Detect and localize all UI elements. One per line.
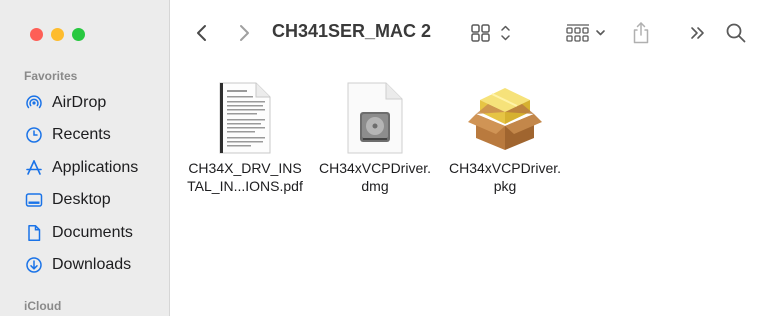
search-button[interactable]	[723, 18, 749, 48]
sidebar-item-downloads[interactable]: Downloads	[24, 252, 131, 278]
desktop-icon	[24, 190, 44, 210]
applications-icon	[24, 158, 44, 178]
grid-view-icon	[471, 24, 510, 42]
window-title: CH341SER_MAC 2	[272, 21, 432, 41]
download-icon	[24, 255, 44, 275]
sidebar-item-applications[interactable]: Applications	[24, 155, 138, 181]
search-icon	[726, 23, 746, 43]
group-by-icon	[566, 24, 605, 42]
sidebar-item-desktop[interactable]: Desktop	[24, 187, 111, 213]
favorites-section-label: Favorites	[24, 69, 78, 83]
finder-window: Favorites AirDrop Recents Applications D…	[0, 0, 759, 316]
file-item-pdf[interactable]: CH34X_DRV_INS TAL_IN...IONS.pdf	[180, 80, 310, 195]
forward-button[interactable]	[232, 18, 256, 48]
sidebar-item-documents[interactable]: Documents	[24, 220, 133, 246]
window-controls	[30, 28, 85, 41]
file-item-pkg[interactable]: CH34xVCPDriver. pkg	[440, 80, 570, 195]
sidebar-item-label: Documents	[52, 224, 133, 241]
pdf-document-icon	[180, 80, 310, 156]
share-button[interactable]	[628, 18, 654, 48]
minimize-button[interactable]	[51, 28, 64, 41]
back-chevron-icon	[197, 25, 206, 41]
more-chevrons-icon	[691, 27, 704, 39]
package-icon	[440, 80, 570, 156]
sidebar-item-recents[interactable]: Recents	[24, 122, 111, 148]
file-name: CH34xVCPDriver. dmg	[318, 160, 432, 194]
sidebar-item-label: AirDrop	[52, 94, 107, 111]
document-icon	[24, 223, 44, 243]
sidebar: Favorites AirDrop Recents Applications D…	[0, 0, 170, 316]
file-name: CH34X_DRV_INS TAL_IN...IONS.pdf	[187, 160, 303, 194]
zoom-button[interactable]	[72, 28, 85, 41]
sidebar-item-label: Applications	[52, 159, 139, 176]
file-item-dmg[interactable]: CH34xVCPDriver. dmg	[310, 80, 440, 195]
icloud-section-label: iCloud	[24, 299, 62, 313]
disk-image-icon	[310, 80, 440, 156]
airdrop-icon	[24, 93, 44, 113]
file-name: CH34xVCPDriver. pkg	[448, 160, 562, 194]
sidebar-item-label: Desktop	[52, 191, 111, 208]
view-mode-button[interactable]	[470, 18, 522, 48]
more-button[interactable]	[687, 18, 709, 48]
sidebar-item-label: Recents	[52, 126, 111, 143]
share-icon	[633, 22, 649, 44]
sidebar-item-airdrop[interactable]: AirDrop	[24, 90, 106, 116]
sidebar-item-label: Downloads	[52, 256, 132, 273]
back-button[interactable]	[190, 18, 214, 48]
forward-chevron-icon	[240, 25, 249, 41]
clock-icon	[24, 125, 44, 145]
close-button[interactable]	[30, 28, 43, 41]
toolbar: CH341SER_MAC 2	[170, 0, 759, 66]
main-content: CH341SER_MAC 2 CH34X_DRV_INS TAL_IN...IO…	[170, 0, 759, 316]
group-button[interactable]	[565, 18, 611, 48]
